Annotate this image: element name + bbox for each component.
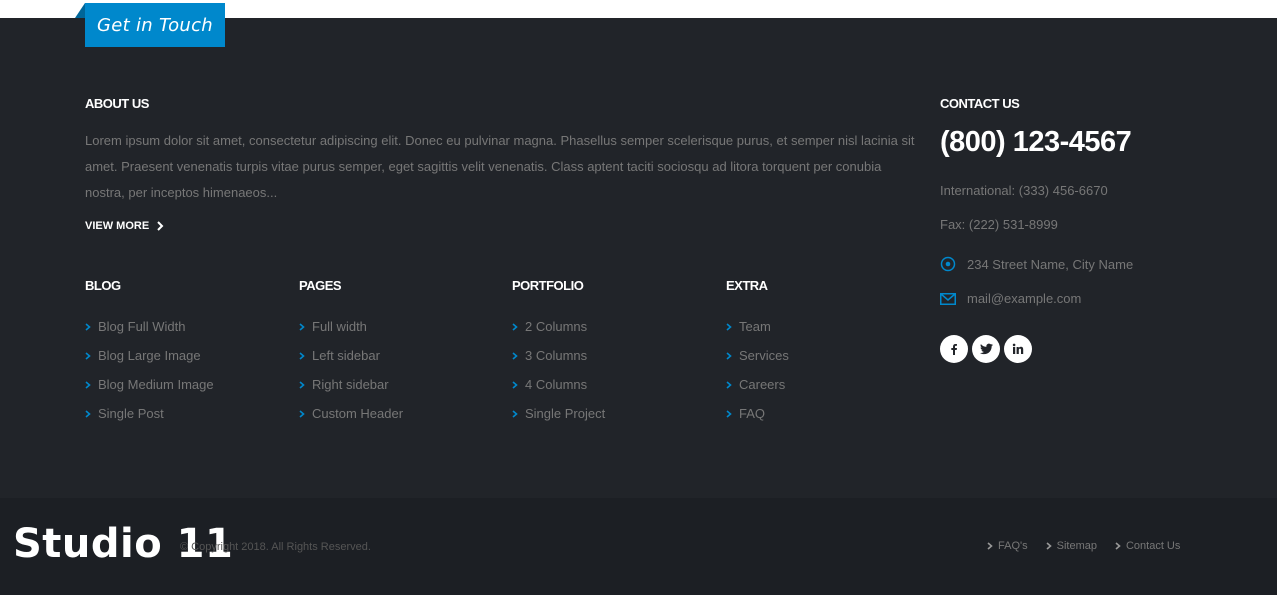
view-more-label: VIEW MORE xyxy=(85,220,150,232)
portfolio-link[interactable]: Single Project xyxy=(512,399,605,428)
address-line: 234 Street Name, City Name xyxy=(940,256,1133,272)
phone-number[interactable]: (800) 123-4567 xyxy=(940,126,1132,159)
about-heading: ABOUT US xyxy=(85,96,149,111)
contact-us-link-label: Contact Us xyxy=(1125,540,1181,552)
blog-link[interactable]: Single Post xyxy=(85,399,214,428)
envelope-icon xyxy=(940,292,967,305)
blog-link[interactable]: Blog Medium Image xyxy=(85,370,214,399)
facebook-icon[interactable] xyxy=(940,335,968,363)
email-text: mail@example.com xyxy=(967,291,1082,306)
chevron-right-icon xyxy=(726,409,739,418)
view-more-link[interactable]: VIEW MORE xyxy=(85,220,164,232)
chevron-right-icon xyxy=(726,322,739,331)
extra-link-label: Services xyxy=(739,348,789,363)
portfolio-link-label: 2 Columns xyxy=(525,319,588,334)
address-text: 234 Street Name, City Name xyxy=(967,256,1134,272)
extra-heading: EXTRA xyxy=(726,278,768,293)
pages-heading: PAGES xyxy=(299,278,342,293)
pages-link-label: Full width xyxy=(312,319,367,334)
chevron-right-icon xyxy=(726,380,739,389)
contact-heading: CONTACT US xyxy=(940,96,1020,111)
chevron-right-icon xyxy=(512,351,525,360)
email-line[interactable]: mail@example.com xyxy=(940,291,1081,306)
pages-link-label: Left sidebar xyxy=(312,348,380,363)
extra-link-label: FAQ xyxy=(739,406,766,421)
twitter-icon[interactable] xyxy=(972,335,1000,363)
chevron-right-icon xyxy=(85,380,98,389)
pages-link[interactable]: Full width xyxy=(299,312,403,341)
extra-link[interactable]: FAQ xyxy=(726,399,789,428)
chevron-right-icon xyxy=(512,322,525,331)
pages-link-label: Custom Header xyxy=(312,406,404,421)
extra-link-label: Team xyxy=(739,319,771,334)
chevron-right-icon xyxy=(85,351,98,360)
portfolio-link[interactable]: 2 Columns xyxy=(512,312,605,341)
chevron-right-icon xyxy=(85,409,98,418)
portfolio-link[interactable]: 4 Columns xyxy=(512,370,605,399)
fax-number: Fax: (222) 531-8999 xyxy=(940,217,1058,232)
chevron-right-icon xyxy=(512,380,525,389)
get-in-touch-tab[interactable]: Get in Touch xyxy=(75,3,225,47)
blog-link-label: Blog Medium Image xyxy=(98,377,214,392)
blog-link-label: Blog Full Width xyxy=(98,319,186,334)
extra-link[interactable]: Team xyxy=(726,312,789,341)
contact-us-link[interactable]: Contact Us xyxy=(1115,540,1180,552)
chevron-right-icon xyxy=(726,351,739,360)
pages-link[interactable]: Right sidebar xyxy=(299,370,403,399)
linkedin-icon[interactable] xyxy=(1004,335,1032,363)
pages-link[interactable]: Custom Header xyxy=(299,399,403,428)
blog-link-label: Single Post xyxy=(98,406,164,421)
pages-link-label: Right sidebar xyxy=(312,377,389,392)
chevron-right-icon xyxy=(157,221,164,231)
extra-link[interactable]: Careers xyxy=(726,370,789,399)
portfolio-link-label: 3 Columns xyxy=(525,348,588,363)
copyright-text: © Copyright 2018. All Rights Reserved. xyxy=(180,541,371,553)
extra-link-label: Careers xyxy=(739,377,786,392)
portfolio-link[interactable]: 3 Columns xyxy=(512,341,605,370)
blog-heading: BLOG xyxy=(85,278,121,293)
blog-link[interactable]: Blog Full Width xyxy=(85,312,214,341)
chevron-right-icon xyxy=(299,351,312,360)
chevron-right-icon xyxy=(512,409,525,418)
pages-link[interactable]: Left sidebar xyxy=(299,341,403,370)
faqs-link[interactable]: FAQ's xyxy=(987,540,1028,552)
portfolio-link-label: 4 Columns xyxy=(525,377,588,392)
chevron-right-icon xyxy=(987,542,998,550)
chevron-right-icon xyxy=(299,322,312,331)
bottom-links: FAQ's Sitemap Contact Us xyxy=(987,540,1180,552)
faqs-link-label: FAQ's xyxy=(998,540,1028,552)
extra-link[interactable]: Services xyxy=(726,341,789,370)
blog-link[interactable]: Blog Large Image xyxy=(85,341,214,370)
sitemap-link-label: Sitemap xyxy=(1056,540,1097,552)
portfolio-heading: PORTFOLIO xyxy=(512,278,584,293)
sitemap-link[interactable]: Sitemap xyxy=(1046,540,1097,552)
chevron-right-icon xyxy=(1046,542,1057,550)
portfolio-link-label: Single Project xyxy=(525,406,606,421)
chevron-right-icon xyxy=(299,380,312,389)
about-text: Lorem ipsum dolor sit amet, consectetur … xyxy=(85,133,915,200)
international-phone: International: (333) 456-6670 xyxy=(940,183,1108,198)
social-icons xyxy=(940,335,1032,363)
chevron-right-icon xyxy=(85,322,98,331)
location-icon xyxy=(940,256,967,272)
blog-link-label: Blog Large Image xyxy=(98,348,201,363)
chevron-right-icon xyxy=(1115,542,1126,550)
chevron-right-icon xyxy=(299,409,312,418)
